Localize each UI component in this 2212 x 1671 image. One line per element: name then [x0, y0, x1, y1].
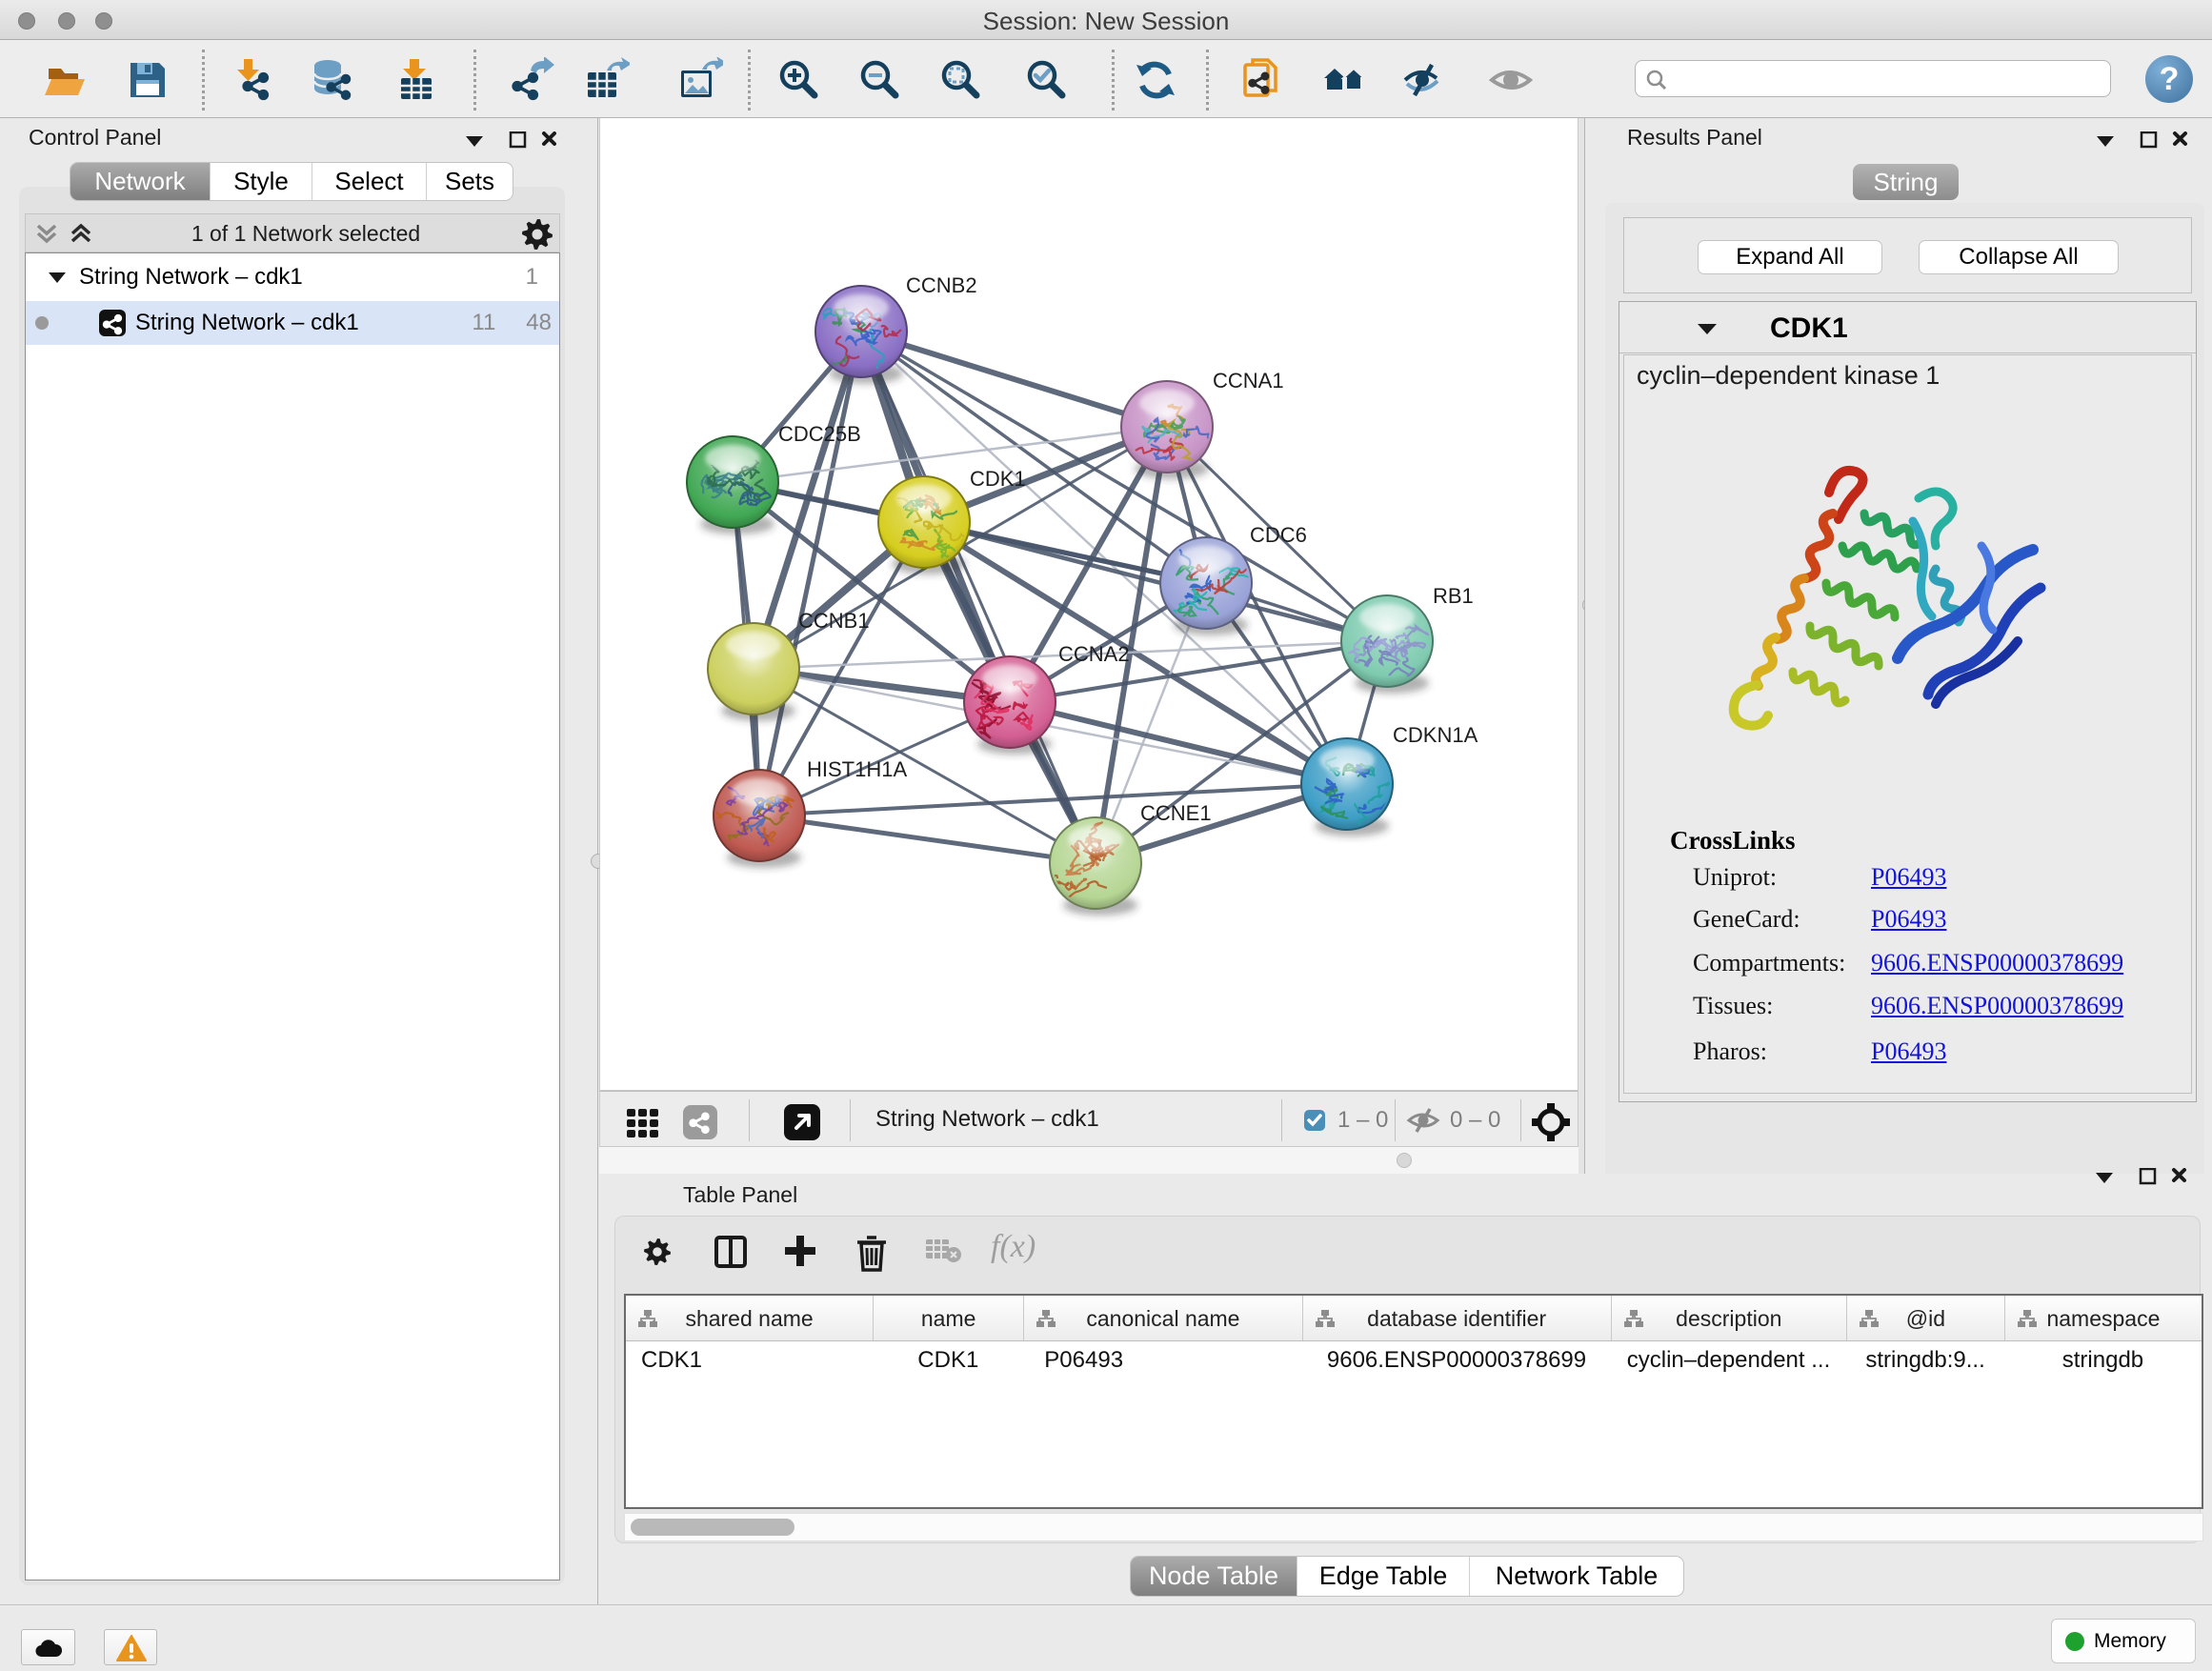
svg-text:CDC25B: CDC25B	[778, 422, 861, 446]
svg-text:CDC6: CDC6	[1250, 523, 1307, 547]
svg-text:CCNA1: CCNA1	[1213, 369, 1284, 393]
svg-text:CCNE1: CCNE1	[1140, 801, 1212, 825]
svg-text:HIST1H1A: HIST1H1A	[807, 757, 907, 781]
svg-text:CDK1: CDK1	[970, 467, 1026, 491]
svg-text:CCNA2: CCNA2	[1058, 642, 1130, 666]
svg-text:RB1: RB1	[1433, 584, 1474, 608]
svg-text:CCNB2: CCNB2	[906, 273, 977, 297]
svg-text:CCNB1: CCNB1	[798, 609, 870, 633]
svg-text:CDKN1A: CDKN1A	[1393, 723, 1478, 747]
